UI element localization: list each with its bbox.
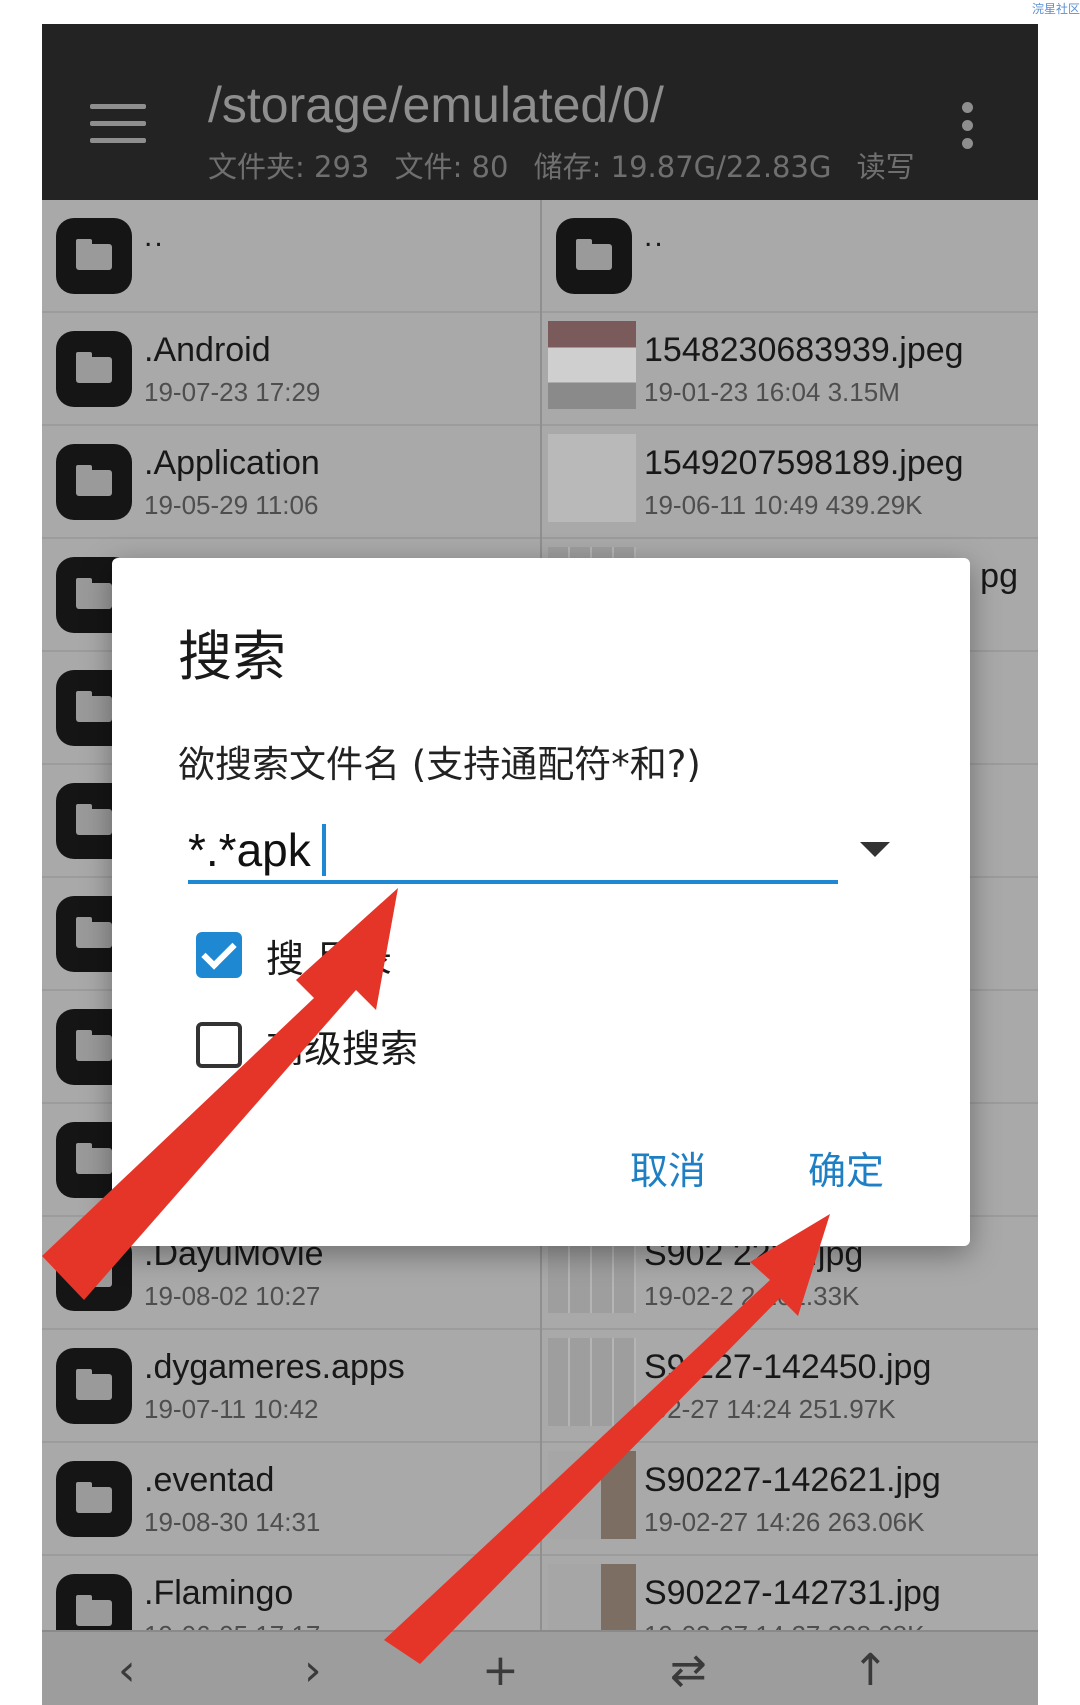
image-thumbnail [548,1451,636,1539]
confirm-button[interactable]: 确定 [808,1140,884,1195]
file-name: .Application [144,444,320,482]
file-detail: 19-01-23 16:04 3.15M [644,377,900,407]
image-thumbnail [548,321,636,409]
file-row[interactable]: S90227-142621.jpg 19-02-27 14:26 263.06K [542,1443,1038,1556]
file-row[interactable]: 1549207598189.jpeg 19-06-11 10:49 439.29K [542,426,1038,539]
folder-icon [56,1235,132,1311]
history-dropdown-icon[interactable] [860,842,890,857]
cancel-button[interactable]: 取消 [630,1140,706,1195]
file-row[interactable]: S90227-142731.jpg 19-02-27 14:27 238.08K [542,1556,1038,1630]
file-detail: 19-06-11 10:49 439.29K [644,490,923,520]
swap-panes-icon[interactable]: ⇄ [670,1646,707,1696]
search-input[interactable] [188,820,838,884]
bottom-toolbar: ‹ › + ⇄ ↑ [42,1630,1038,1705]
app-bar: /storage/emulated/0/ 文件夹: 293 文件: 80 储存:… [42,24,1038,200]
file-name: .Flamingo [144,1574,294,1612]
search-dialog: 搜索 欲搜索文件名 (支持通配符*和?) 搜 目录 高级搜索 取消 确定 [112,558,970,1246]
file-name: .. [644,220,665,253]
file-row[interactable]: 1548230683939.jpeg 19-01-23 16:04 3.15M [542,313,1038,426]
file-row[interactable]: .eventad 19-08-30 14:31 [42,1443,540,1556]
file-name: 1549207598189.jpeg [644,444,964,482]
image-thumbnail [548,1564,636,1630]
image-thumbnail [548,1338,636,1426]
file-name: .eventad [144,1461,275,1499]
file-name: 1548230683939.jpeg [644,331,964,369]
file-name: S90227-142731.jpg [644,1574,941,1612]
folder-icon [56,444,132,520]
file-detail: 19-02-27 14:27 238.08K [644,1620,924,1630]
storage-usage: 储存: 19.87G/22.83G [533,150,832,184]
current-path: /storage/emulated/0/ [208,77,664,133]
add-icon[interactable]: + [482,1646,519,1696]
file-row[interactable]: .dygameres.apps 19-07-11 10:42 [42,1330,540,1443]
file-name: pg [980,557,1018,595]
folder-icon [556,218,632,294]
folder-count: 文件夹: 293 [208,150,370,184]
folder-icon [56,331,132,407]
advanced-search-label[interactable]: 高级搜索 [266,1018,418,1073]
overflow-menu-icon[interactable] [962,102,974,152]
text-caret [322,824,326,876]
file-name: S9 227-142450.jpg [644,1348,932,1386]
folder-icon [56,1574,132,1630]
file-name: .Android [144,331,271,369]
storage-info: 文件夹: 293 文件: 80 储存: 19.87G/22.83G 读写 [208,144,931,186]
folder-icon [56,1461,132,1537]
search-prompt: 欲搜索文件名 (支持通配符*和?) [178,743,701,786]
file-count: 文件: 80 [394,150,509,184]
hamburger-menu-icon[interactable] [90,104,146,144]
back-icon[interactable]: ‹ [118,1646,136,1696]
file-detail: 19-07-11 10:42 [144,1394,319,1424]
file-row[interactable]: S9 227-142450.jpg -02-27 14:24 251.97K [542,1330,1038,1443]
forward-icon[interactable]: › [304,1646,322,1696]
search-subdir-checkbox[interactable] [196,932,242,978]
file-row[interactable]: .. [542,200,1038,313]
file-row[interactable]: .Application 19-05-29 11:06 [42,426,540,539]
file-detail: -02-27 14:24 251.97K [644,1394,896,1424]
image-thumbnail [548,434,636,522]
dialog-title: 搜索 [178,625,286,688]
file-detail: 19-02-2 2 202.33K [644,1281,860,1311]
advanced-search-checkbox[interactable] [196,1022,242,1068]
file-detail: 19-08-02 10:27 [144,1281,321,1311]
file-name: .dygameres.apps [144,1348,405,1386]
parent-dir-icon[interactable]: ↑ [852,1646,889,1696]
watermark: 浣星社区 [1031,2,1080,16]
file-name: S90227-142621.jpg [644,1461,941,1499]
file-row[interactable]: .. [42,200,540,313]
file-detail: 19-07-23 17:29 [144,377,321,407]
folder-icon [56,218,132,294]
file-row[interactable]: .Flamingo 19-06-05 17:17 [42,1556,540,1630]
access-mode: 读写 [856,150,915,184]
search-subdir-label[interactable]: 搜 目录 [266,928,392,983]
file-name: .. [144,220,165,253]
file-row[interactable]: .Android 19-07-23 17:29 [42,313,540,426]
file-detail: 19-02-27 14:26 263.06K [644,1507,925,1537]
file-detail: 19-06-05 17:17 [144,1620,320,1630]
file-detail: 19-08-30 14:31 [144,1507,321,1537]
folder-icon [56,1348,132,1424]
file-detail: 19-05-29 11:06 [144,490,319,520]
